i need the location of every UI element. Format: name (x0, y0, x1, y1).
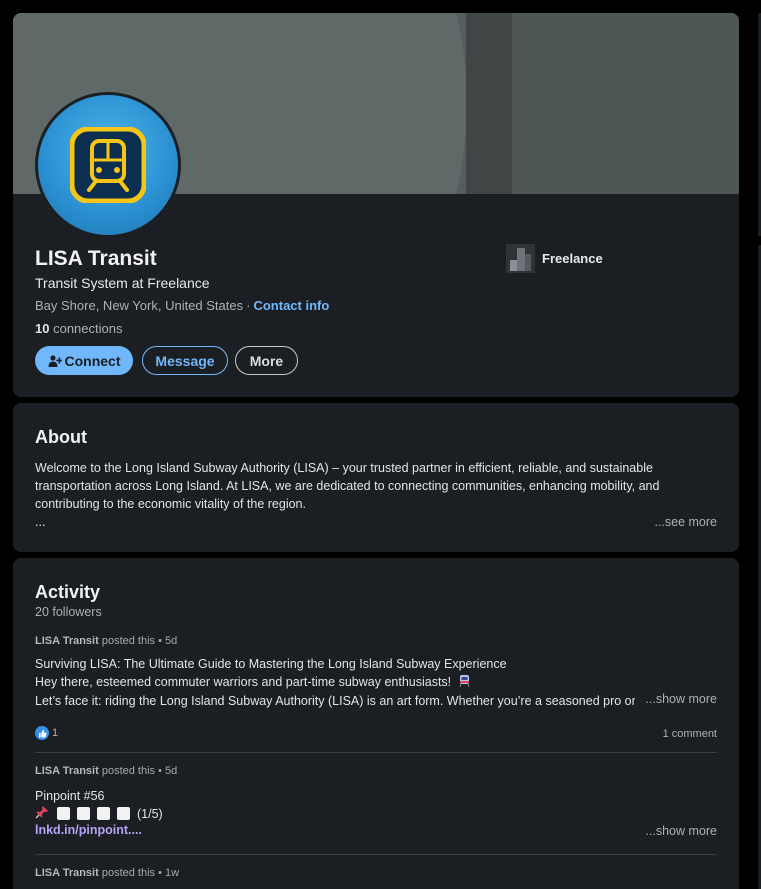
company-logo-icon (506, 244, 535, 273)
post-line: Hey there, esteemed commuter warriors an… (35, 673, 635, 692)
separator: · (246, 298, 251, 313)
about-title: About (35, 427, 87, 447)
post-line: Let’s face it: riding the Long Island Su… (35, 693, 635, 708)
pin-icon (35, 805, 49, 822)
post-title[interactable]: Pinpoint #56 (35, 787, 635, 805)
empty-square (77, 807, 90, 820)
post-show-more-link[interactable]: ...show more (645, 692, 717, 706)
divider (35, 854, 717, 855)
activity-title: Activity (35, 582, 101, 602)
more-button[interactable]: More (235, 346, 298, 375)
connections-label: connections (53, 321, 123, 336)
comments-count[interactable]: 1 comment (663, 728, 717, 740)
connections-number: 10 (35, 321, 50, 336)
divider (35, 752, 717, 753)
contact-info-link[interactable]: Contact info (253, 298, 329, 313)
company-name: Freelance (542, 251, 603, 266)
about-line: transportation across Long Island. At LI… (35, 479, 660, 493)
post-time: posted this • 5d (101, 635, 178, 647)
post-meta: LISA Transit posted this • 1w (35, 867, 179, 879)
like-icon (35, 726, 49, 740)
post-link[interactable]: lnkd.in/pinpoint.... (35, 823, 142, 837)
reaction-number: 1 (52, 727, 59, 739)
post-author[interactable]: LISA Transit (35, 635, 99, 647)
post-time: posted this • 5d (101, 765, 178, 777)
empty-square (57, 807, 70, 820)
about-see-more-link[interactable]: ...see more (654, 515, 717, 529)
post-body[interactable]: Surviving LISA: The Ultimate Guide to Ma… (35, 655, 635, 710)
add-person-icon (48, 354, 62, 367)
about-ellipsis: ... (35, 515, 46, 529)
post-author[interactable]: LISA Transit (35, 867, 99, 879)
connect-button[interactable]: Connect (35, 346, 133, 375)
profile-location: Bay Shore, New York, United States · Conta… (35, 298, 329, 313)
activity-card: Activity 20 followers LISA Transit poste… (13, 558, 739, 889)
current-company[interactable]: Freelance (506, 244, 603, 273)
connect-label: Connect (64, 352, 121, 369)
metro-emoji-icon (459, 674, 470, 692)
post-line-text: Hey there, esteemed commuter warriors an… (35, 675, 452, 689)
message-button[interactable]: Message (142, 346, 228, 375)
connections-count[interactable]: 10 connections (35, 321, 122, 336)
location-text: Bay Shore, New York, United States (35, 298, 244, 313)
about-line: contributing to the economic vitality of… (35, 497, 306, 511)
post-author[interactable]: LISA Transit (35, 765, 99, 777)
about-text: Welcome to the Long Island Subway Author… (35, 459, 695, 531)
followers-count: 20 followers (35, 605, 102, 619)
profile-headline: Transit System at Freelance (35, 275, 210, 291)
about-line: Welcome to the Long Island Subway Author… (35, 461, 653, 475)
post-time: posted this • 1w (101, 867, 180, 879)
empty-square (117, 807, 130, 820)
profile-name: LISA Transit (35, 247, 157, 270)
post-line: Surviving LISA: The Ultimate Guide to Ma… (35, 657, 507, 671)
pinpoint-score-row: (1/5) (35, 805, 163, 822)
empty-square (97, 807, 110, 820)
reaction-count[interactable]: 1 (35, 726, 58, 740)
profile-card: LISA Transit Transit System at Freelance… (13, 13, 739, 397)
post-meta: LISA Transit posted this • 5d (35, 635, 177, 647)
train-icon (70, 127, 146, 203)
post-meta: LISA Transit posted this • 5d (35, 765, 177, 777)
post-show-more-link[interactable]: ...show more (645, 824, 717, 838)
about-card: About Welcome to the Long Island Subway … (13, 403, 739, 552)
pinpoint-score: (1/5) (137, 806, 163, 821)
avatar[interactable] (35, 92, 181, 238)
